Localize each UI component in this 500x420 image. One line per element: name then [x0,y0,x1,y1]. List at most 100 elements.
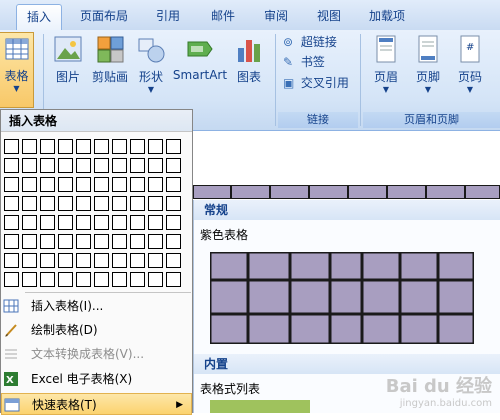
table-grid-cell[interactable] [94,234,109,249]
table-grid-cell[interactable] [22,139,37,154]
table-grid-cell[interactable] [166,215,181,230]
table-grid-cell[interactable] [58,139,73,154]
table-grid-cell[interactable] [40,215,55,230]
table-grid-cell[interactable] [148,215,163,230]
table-grid-cell[interactable] [22,234,37,249]
table-grid-cell[interactable] [40,272,55,287]
table-grid-cell[interactable] [40,158,55,173]
table-grid-cell[interactable] [166,234,181,249]
hyperlink-button[interactable]: ⊚ 超链接 [283,33,337,51]
table-grid-cell[interactable] [4,234,19,249]
table-grid-cell[interactable] [112,215,127,230]
table-grid-cell[interactable] [148,234,163,249]
table-grid-cell[interactable] [76,196,91,211]
table-grid-cell[interactable] [76,158,91,173]
menu-item-insert-table[interactable]: 插入表格(I)... [1,295,192,317]
table-grid-cell[interactable] [130,158,145,173]
table-grid-cell[interactable] [40,177,55,192]
table-grid-cell[interactable] [4,158,19,173]
gallery-item-purple-table[interactable] [208,250,476,346]
table-grid-cell[interactable] [76,139,91,154]
table-grid-cell[interactable] [58,177,73,192]
table-grid-cell[interactable] [4,215,19,230]
menu-item-quick-tables[interactable]: 快速表格(T) ▶ [1,393,192,415]
table-grid-cell[interactable] [22,253,37,268]
table-grid-cell[interactable] [112,234,127,249]
tab-review[interactable]: 审阅 [256,4,296,29]
menu-item-draw-table[interactable]: 绘制表格(D) [1,319,192,341]
table-grid-cell[interactable] [40,253,55,268]
table-grid-cell[interactable] [166,272,181,287]
table-grid-cell[interactable] [130,215,145,230]
table-grid-cell[interactable] [94,177,109,192]
tab-addins[interactable]: 加载项 [362,4,412,29]
tab-view[interactable]: 视图 [309,4,349,29]
table-grid-cell[interactable] [4,139,19,154]
clipart-button[interactable]: 剪贴画 [88,34,132,85]
tab-page-layout[interactable]: 页面布局 [76,4,132,29]
table-grid-cell[interactable] [22,158,37,173]
table-grid-cell[interactable] [148,196,163,211]
table-grid-cell[interactable] [130,253,145,268]
table-grid-cell[interactable] [148,253,163,268]
table-grid-cell[interactable] [22,272,37,287]
table-grid-cell[interactable] [112,196,127,211]
table-grid-cell[interactable] [94,253,109,268]
table-grid-cell[interactable] [112,177,127,192]
smartart-button[interactable]: SmartArt [172,34,228,82]
chart-button[interactable]: 图表 [232,34,266,85]
table-grid-cell[interactable] [130,272,145,287]
table-grid-cell[interactable] [112,139,127,154]
table-grid-cell[interactable] [40,234,55,249]
tab-mailings[interactable]: 邮件 [203,4,243,29]
header-button[interactable]: 页眉 ▼ [368,34,404,95]
table-grid-cell[interactable] [22,215,37,230]
table-grid-cell[interactable] [58,158,73,173]
table-grid-cell[interactable] [112,253,127,268]
shapes-button[interactable]: 形状 ▼ [134,34,168,95]
table-grid-cell[interactable] [148,177,163,192]
table-grid-cell[interactable] [22,196,37,211]
picture-button[interactable]: 图片 [50,34,86,85]
table-grid-cell[interactable] [130,139,145,154]
table-grid-cell[interactable] [112,272,127,287]
table-grid-cell[interactable] [58,272,73,287]
table-button[interactable]: 表格 ▼ [0,32,34,108]
table-grid-cell[interactable] [130,234,145,249]
table-grid-cell[interactable] [76,253,91,268]
bookmark-button[interactable]: ✎ 书签 [283,53,325,71]
table-grid-cell[interactable] [130,177,145,192]
crossref-button[interactable]: ▣ 交叉引用 [283,74,349,92]
table-grid-cell[interactable] [22,177,37,192]
table-grid-cell[interactable] [166,196,181,211]
table-grid-cell[interactable] [58,234,73,249]
tab-references[interactable]: 引用 [148,4,188,29]
table-grid-cell[interactable] [94,272,109,287]
table-grid-cell[interactable] [4,272,19,287]
table-grid-cell[interactable] [58,253,73,268]
table-grid-cell[interactable] [76,272,91,287]
table-grid-cell[interactable] [76,177,91,192]
table-grid-cell[interactable] [148,272,163,287]
table-grid-cell[interactable] [40,196,55,211]
table-grid-cell[interactable] [148,139,163,154]
table-grid-cell[interactable] [166,158,181,173]
table-grid-cell[interactable] [166,253,181,268]
table-grid-cell[interactable] [166,139,181,154]
pagenum-button[interactable]: # 页码 ▼ [452,34,488,95]
table-grid-cell[interactable] [4,253,19,268]
table-grid-cell[interactable] [4,177,19,192]
table-grid-cell[interactable] [58,196,73,211]
footer-button[interactable]: 页脚 ▼ [410,34,446,95]
table-grid-cell[interactable] [130,196,145,211]
table-grid-cell[interactable] [58,215,73,230]
tab-insert[interactable]: 插入 [16,4,62,31]
table-grid-cell[interactable] [76,234,91,249]
table-grid-cell[interactable] [166,177,181,192]
table-grid-cell[interactable] [4,196,19,211]
table-grid-cell[interactable] [94,196,109,211]
menu-item-excel-spreadsheet[interactable]: X Excel 电子表格(X) [1,368,192,390]
table-grid-cell[interactable] [112,158,127,173]
table-grid-cell[interactable] [94,139,109,154]
table-grid-cell[interactable] [76,215,91,230]
